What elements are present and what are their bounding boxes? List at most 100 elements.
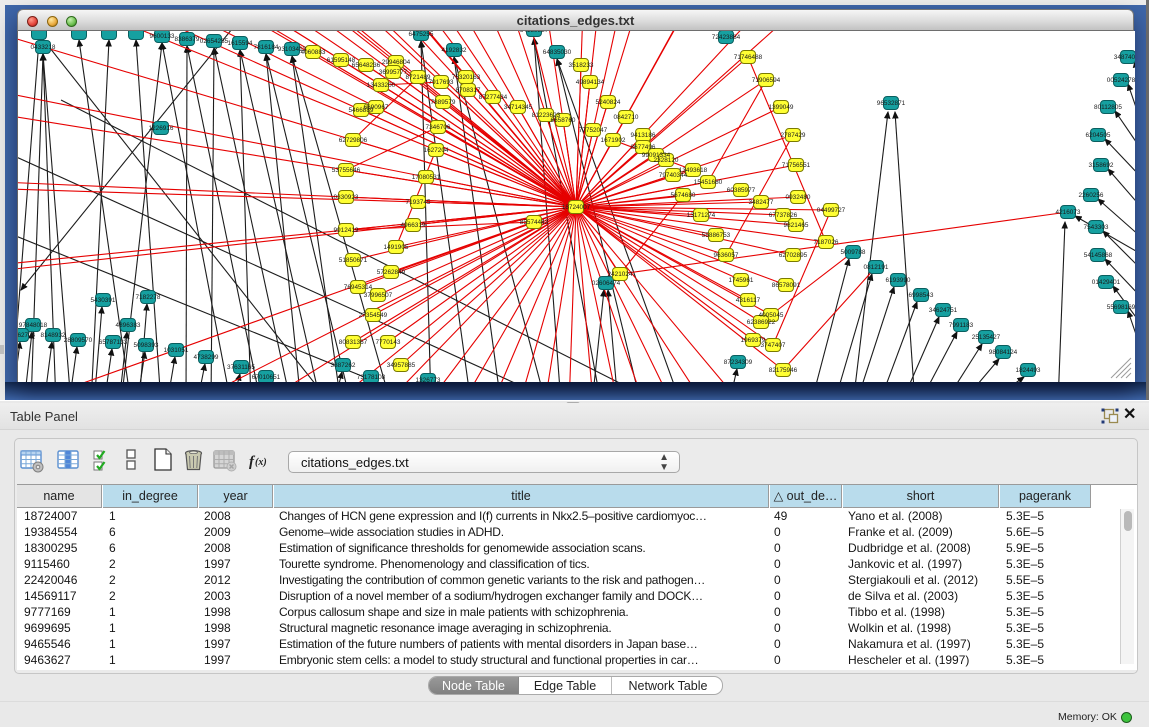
svg-text:29946804: 29946804 (382, 59, 411, 66)
svg-text:4316117: 4316117 (736, 297, 761, 304)
svg-text:49894134: 49894134 (576, 79, 605, 86)
svg-text:0433218: 0433218 (31, 44, 56, 51)
svg-text:71746488: 71746488 (734, 54, 763, 61)
svg-text:71756551: 71756551 (782, 162, 811, 169)
svg-text:0932480: 0932480 (786, 194, 811, 201)
svg-text:7889579: 7889579 (431, 99, 456, 106)
svg-text:5466889: 5466889 (349, 107, 374, 114)
svg-text:76320163: 76320163 (452, 74, 481, 81)
svg-text:5009788: 5009788 (841, 249, 866, 256)
svg-text:8386379: 8386379 (175, 36, 200, 43)
svg-text:85574443: 85574443 (520, 219, 549, 226)
svg-text:(x): (x) (255, 457, 267, 468)
svg-text:96532871: 96532871 (877, 100, 906, 107)
svg-text:64139537: 64139537 (520, 31, 549, 34)
svg-text:4966319: 4966319 (401, 222, 426, 229)
svg-text:1671902: 1671902 (601, 137, 626, 144)
svg-text:15451680: 15451680 (694, 179, 723, 186)
svg-text:28809570: 28809570 (64, 337, 93, 344)
svg-text:6204505: 6204505 (1086, 132, 1111, 139)
svg-text:1824493: 1824493 (1016, 367, 1041, 374)
svg-text:6475255: 6475255 (409, 31, 434, 38)
svg-text:1745961: 1745961 (729, 277, 754, 284)
svg-text:2260256: 2260256 (1079, 192, 1104, 199)
svg-text:13433200: 13433200 (367, 82, 396, 89)
svg-text:34624751: 34624751 (929, 307, 958, 314)
svg-text:37631165: 37631165 (227, 364, 255, 371)
svg-text:67010651: 67010651 (252, 374, 281, 381)
svg-text:5430391: 5430391 (91, 297, 116, 304)
svg-text:13171274: 13171274 (687, 212, 716, 219)
svg-text:37996507: 37996507 (364, 292, 393, 299)
svg-text:72423884: 72423884 (712, 34, 741, 41)
svg-text:9636057: 9636057 (714, 252, 739, 259)
svg-text:1399049: 1399049 (769, 104, 794, 111)
svg-text:13493618: 13493618 (679, 167, 708, 174)
svg-text:8148932: 8148932 (41, 332, 66, 339)
svg-text:9821465: 9821465 (784, 222, 809, 229)
svg-text:80831367: 80831367 (339, 339, 368, 346)
svg-text:4738299: 4738299 (194, 354, 219, 361)
svg-text:65648236: 65648236 (352, 62, 381, 69)
svg-text:4216073: 4216073 (1056, 209, 1081, 216)
svg-text:9600133: 9600133 (150, 33, 175, 40)
svg-text:6998543: 6998543 (909, 292, 934, 299)
svg-text:04499727: 04499727 (817, 207, 846, 214)
svg-text:97848018: 97848018 (19, 322, 48, 329)
svg-text:02606474: 02606474 (592, 280, 621, 287)
svg-text:7182278: 7182278 (136, 294, 161, 301)
svg-text:7193745: 7193745 (406, 199, 431, 206)
svg-text:86578091: 86578091 (772, 282, 801, 289)
svg-text:3518233: 3518233 (569, 62, 594, 69)
svg-text:4060883: 4060883 (301, 49, 326, 56)
svg-text:62729806: 62729806 (339, 137, 368, 144)
svg-text:0812191: 0812191 (864, 264, 889, 271)
svg-text:1491905: 1491905 (384, 244, 409, 251)
svg-text:0330923: 0330923 (334, 194, 359, 201)
svg-text:55886753: 55886753 (702, 232, 731, 239)
svg-text:1615594: 1615594 (228, 40, 253, 47)
svg-text:1031051: 1031051 (164, 347, 189, 354)
svg-text:7816184: 7816184 (254, 44, 279, 51)
svg-text:80112805: 80112805 (1094, 104, 1122, 111)
svg-text:3387262: 3387262 (331, 362, 356, 369)
svg-text:3482477: 3482477 (749, 199, 774, 206)
svg-text:87234309: 87234309 (724, 359, 753, 366)
svg-text:71906594: 71906594 (752, 77, 781, 84)
svg-text:2787429: 2787429 (781, 132, 806, 139)
svg-text:77752047: 77752047 (579, 127, 608, 134)
svg-text:4896383: 4896383 (116, 322, 141, 329)
svg-text:51462704: 51462704 (18, 332, 36, 339)
svg-text:67737826: 67737826 (769, 212, 798, 219)
svg-text:7346706: 7346706 (426, 124, 451, 131)
svg-text:53755646: 53755646 (332, 167, 361, 174)
svg-text:2421024: 2421024 (608, 271, 633, 278)
svg-text:6658760: 6658760 (551, 117, 576, 124)
svg-text:9912419: 9912419 (334, 227, 359, 234)
svg-text:5674680: 5674680 (671, 192, 696, 199)
svg-text:2328120: 2328120 (654, 157, 679, 164)
svg-text:76945314: 76945314 (344, 284, 373, 291)
svg-text:34957885: 34957885 (387, 362, 416, 369)
svg-text:18724007: 18724007 (562, 204, 591, 211)
svg-text:1627204: 1627204 (424, 147, 449, 154)
svg-text:60385977: 60385977 (727, 187, 756, 194)
svg-text:00524278: 00524278 (1107, 77, 1135, 84)
svg-text:4192832: 4192832 (442, 47, 467, 54)
svg-text:25135427: 25135427 (972, 334, 1001, 341)
svg-text:01429401: 01429401 (1092, 279, 1121, 286)
svg-text:7917693: 7917693 (429, 79, 454, 86)
svg-text:51850671: 51850671 (339, 257, 368, 264)
svg-text:4005045: 4005045 (759, 312, 784, 319)
svg-text:3158692: 3158692 (1089, 162, 1114, 169)
svg-text:64835030: 64835030 (543, 49, 572, 56)
svg-text:62386922: 62386922 (747, 319, 776, 326)
svg-text:17080531: 17080531 (412, 174, 441, 181)
svg-text:02654235: 02654235 (200, 38, 229, 45)
svg-text:7543303: 7543303 (1084, 224, 1109, 231)
svg-text:55698169: 55698169 (1107, 304, 1135, 311)
svg-text:8708317: 8708317 (456, 87, 481, 94)
svg-text:57262849: 57262849 (377, 269, 406, 276)
svg-text:7187026: 7187026 (814, 239, 839, 246)
svg-text:5240824: 5240824 (596, 99, 621, 106)
